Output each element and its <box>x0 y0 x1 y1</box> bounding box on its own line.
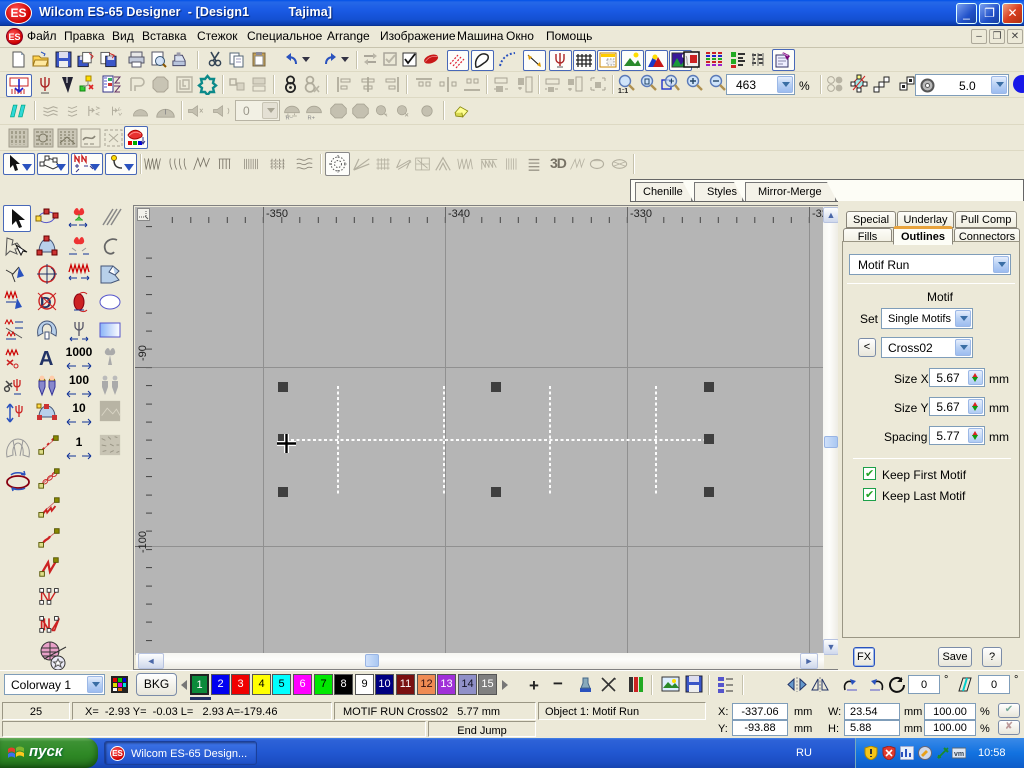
svg-text:1:1: 1:1 <box>618 88 628 95</box>
svg-text:A: A <box>39 348 53 369</box>
svg-text:R−: R− <box>285 115 293 121</box>
svg-text:R+: R+ <box>307 115 315 121</box>
svg-text:vm: vm <box>954 751 964 758</box>
